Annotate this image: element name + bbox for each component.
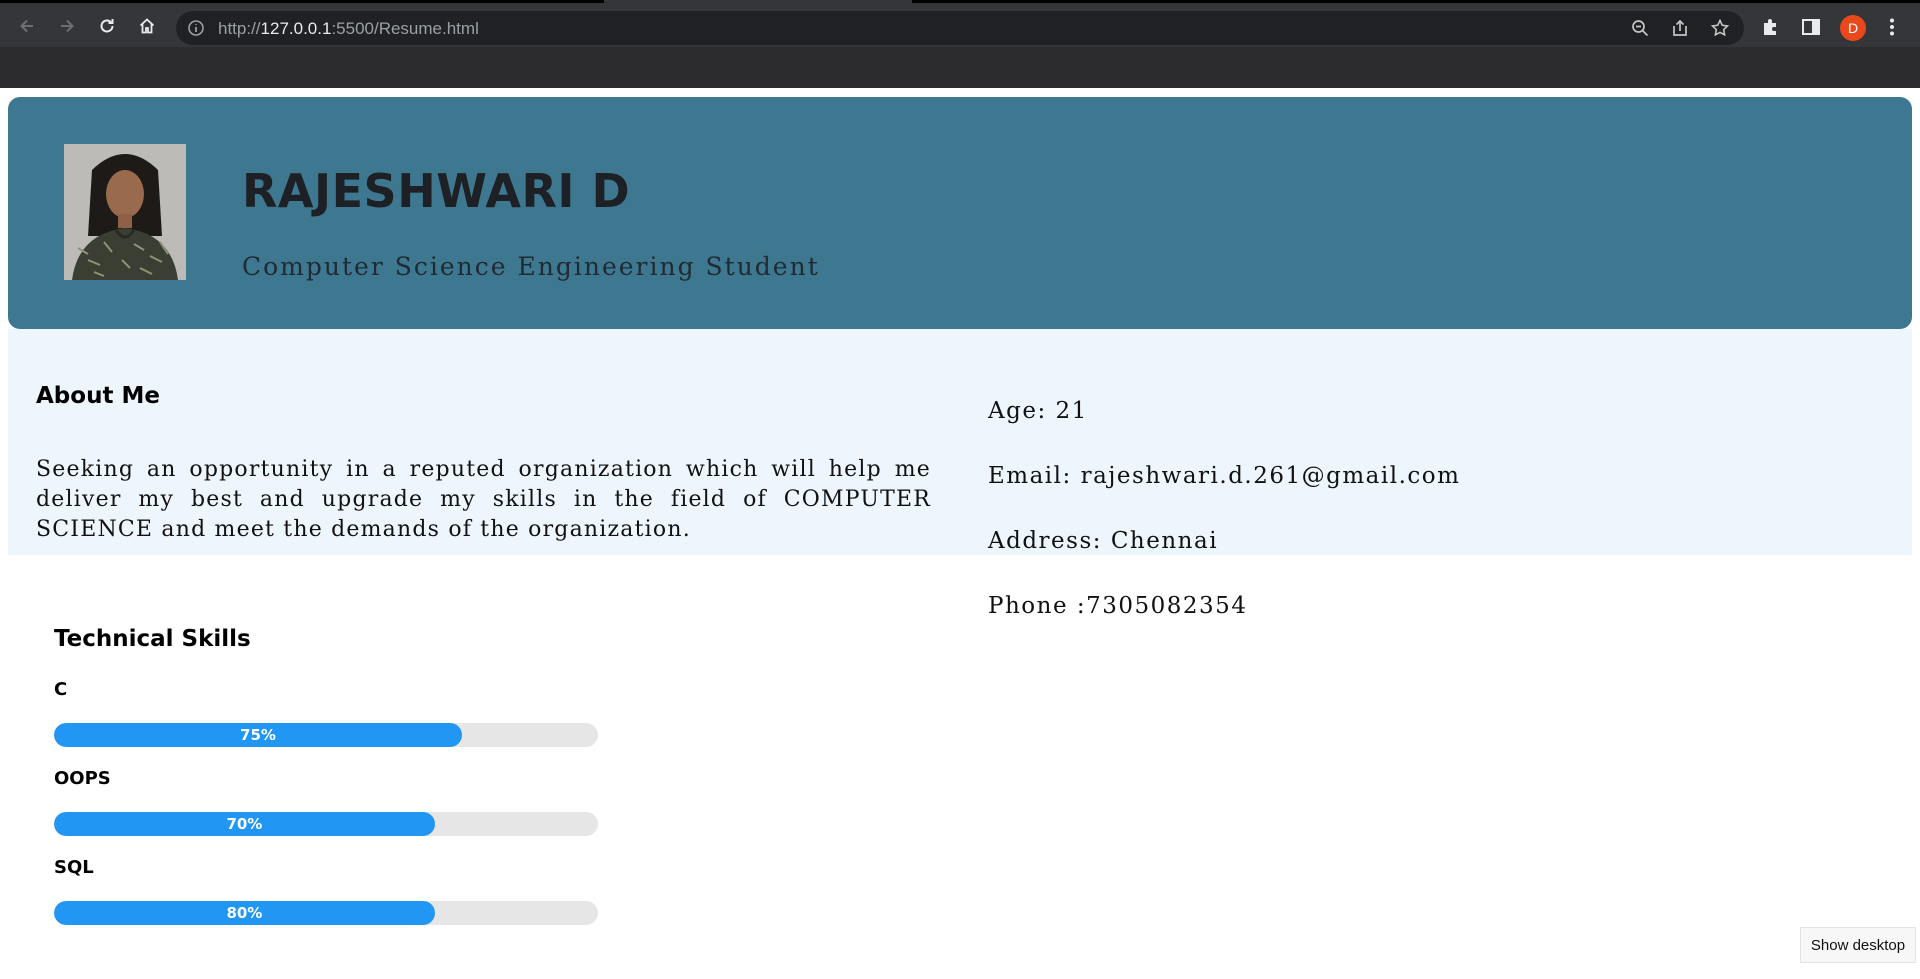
home-icon [139,18,155,34]
skills-heading: Technical Skills [54,626,251,652]
browser-sub-bar [0,47,1920,88]
about-paragraph: Seeking an opportunity in a reputed orga… [36,457,931,542]
skill-percent-sql: 80% [226,904,263,922]
skill-percent-c: 75% [240,726,276,744]
url-path: :5500/Resume.html [331,19,479,38]
forward-arrow-icon [61,19,74,33]
share-icon[interactable] [1670,18,1690,38]
profile-name: RAJESHWARI D [242,164,631,218]
contact-email: Email: rajeshwari.d.261@gmail.com [988,463,1461,489]
url-text[interactable]: http://127.0.0.1:5500/Resume.html [218,19,479,39]
back-button[interactable] [13,12,41,40]
forward-button[interactable] [53,12,81,40]
reload-icon [100,19,114,33]
skill-label-sql: SQL [54,857,94,878]
address-bar[interactable]: http://127.0.0.1:5500/Resume.html [176,11,1744,45]
skill-percent-oops: 70% [226,815,263,833]
show-desktop-tooltip: Show desktop [1800,927,1916,963]
url-host: 127.0.0.1 [260,19,332,38]
reload-button[interactable] [93,12,121,40]
contact-address: Address: Chennai [988,528,1219,554]
bookmark-star-icon[interactable] [1710,18,1730,38]
site-info-icon[interactable] [186,18,206,38]
skill-fill-c: 75% [54,723,462,747]
extensions-puzzle-icon[interactable] [1760,16,1782,38]
contact-age: Age: 21 [988,398,1088,424]
portrait-image [64,144,186,280]
skill-bar-oops: 70% [54,812,598,836]
kebab-menu-icon[interactable] [1881,16,1903,38]
url-scheme: http:// [218,19,261,38]
about-heading: About Me [36,383,160,409]
contact-phone: Phone :7305082354 [988,593,1248,619]
zoom-icon[interactable] [1630,18,1650,38]
side-panel-icon[interactable] [1800,16,1822,38]
profile-photo [64,144,186,280]
browser-chrome: http://127.0.0.1:5500/Resume.html D [0,0,1920,88]
back-arrow-icon [20,19,33,33]
home-button[interactable] [133,12,161,40]
profile-avatar[interactable]: D [1840,15,1866,41]
skill-fill-oops: 70% [54,812,435,836]
skill-label-oops: OOPS [54,768,111,789]
skill-label-c: C [54,679,68,700]
skill-fill-sql: 80% [54,901,435,925]
profile-role: Computer Science Engineering Student [242,252,820,281]
browser-toolbar: http://127.0.0.1:5500/Resume.html D [0,3,1920,47]
skill-bar-c: 75% [54,723,598,747]
skill-bar-sql: 80% [54,901,598,925]
